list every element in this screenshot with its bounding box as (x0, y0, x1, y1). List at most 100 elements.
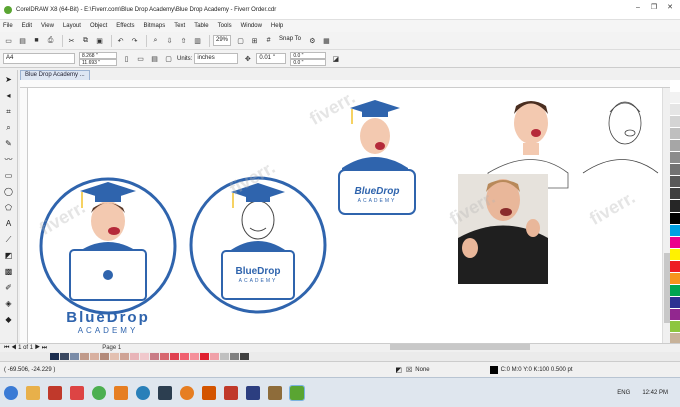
close-button[interactable]: ✕ (662, 2, 678, 14)
swatch[interactable] (670, 320, 680, 333)
swatch[interactable] (670, 236, 680, 249)
swatch[interactable] (670, 152, 680, 165)
duplicate-y-field[interactable]: 0.0 " (290, 58, 327, 66)
menu-text[interactable]: Text (174, 23, 185, 29)
import-icon[interactable]: ⇩ (164, 35, 175, 46)
swatch[interactable] (670, 92, 680, 105)
photoshop-icon[interactable] (246, 385, 260, 400)
snap-to-select[interactable]: Snap To (277, 35, 303, 46)
fill-tool-icon[interactable]: ◈ (3, 298, 15, 310)
doc-swatch[interactable] (150, 353, 160, 360)
open-folder-icon[interactable]: ▤ (17, 35, 28, 46)
swatch[interactable] (670, 80, 680, 93)
current-page-icon[interactable]: ▢ (163, 53, 174, 64)
app-icon[interactable] (70, 385, 84, 400)
launch-icon[interactable]: ▦ (321, 35, 332, 46)
page-tab[interactable]: Page 1 (102, 345, 121, 351)
landscape-icon[interactable]: ▭ (135, 53, 146, 64)
text-tool-icon[interactable]: A (3, 218, 15, 230)
swatch[interactable] (670, 200, 680, 213)
logo-sketch-circle[interactable]: BlueDrop ACADEMY (189, 176, 327, 314)
shape-tool-icon[interactable]: ◂ (3, 90, 15, 102)
line-drawing-face[interactable] (582, 101, 659, 174)
drawing-canvas[interactable]: BlueDrop ACADEMY BlueDrop ACADEMY BlueDr… (28, 88, 662, 343)
swatch[interactable] (670, 104, 680, 117)
smart-fill-icon[interactable]: ◆ (3, 314, 15, 326)
swatch[interactable] (670, 212, 680, 225)
doc-swatch[interactable] (220, 353, 230, 360)
menu-effects[interactable]: Effects (116, 23, 134, 29)
pick-tool-icon[interactable]: ➤ (3, 74, 15, 86)
doc-swatch[interactable] (240, 353, 250, 360)
doc-swatch[interactable] (230, 353, 240, 360)
treat-as-filled-icon[interactable]: ◪ (330, 53, 341, 64)
menu-edit[interactable]: Edit (22, 23, 32, 29)
swatch[interactable] (670, 224, 680, 237)
doc-swatch[interactable] (90, 353, 100, 360)
doc-swatch[interactable] (190, 353, 200, 360)
page-width-field[interactable]: 8.268 " (79, 51, 117, 59)
swatch[interactable] (670, 284, 680, 297)
print-icon[interactable]: ⎙ (45, 35, 56, 46)
swatch[interactable] (670, 248, 680, 261)
horizontal-scroll-thumb[interactable] (390, 344, 530, 350)
zoom-tool-icon[interactable]: ⌕ (3, 122, 15, 134)
minimize-button[interactable]: – (630, 2, 646, 14)
swatch[interactable] (670, 188, 680, 201)
app-icon[interactable] (268, 385, 282, 400)
menu-bitmaps[interactable]: Bitmaps (144, 23, 166, 29)
doc-swatch[interactable] (110, 353, 120, 360)
swatch[interactable] (670, 128, 680, 141)
vertical-scrollbar[interactable] (662, 88, 670, 343)
crop-tool-icon[interactable]: ⌗ (3, 106, 15, 118)
menu-help[interactable]: Help (271, 23, 283, 29)
options-gear-icon[interactable]: ⚙ (307, 35, 318, 46)
reference-photo[interactable] (458, 174, 548, 284)
swatch[interactable] (670, 164, 680, 177)
portrait-icon[interactable]: ▯ (121, 53, 132, 64)
polygon-tool-icon[interactable]: ⬠ (3, 202, 15, 214)
menu-file[interactable]: File (3, 23, 13, 29)
app-icon[interactable] (224, 385, 238, 400)
doc-swatch[interactable] (200, 353, 210, 360)
maximize-button[interactable]: ❐ (646, 2, 662, 14)
doc-swatch[interactable] (160, 353, 170, 360)
artistic-media-icon[interactable]: 〰 (3, 154, 15, 166)
menu-window[interactable]: Window (241, 23, 262, 29)
zoom-select[interactable]: 29% (213, 35, 232, 46)
doc-swatch[interactable] (100, 353, 110, 360)
doc-swatch[interactable] (140, 353, 150, 360)
new-document-icon[interactable]: ▭ (3, 35, 14, 46)
menu-view[interactable]: View (41, 23, 54, 29)
duplicate-x-field[interactable]: 0.0 " (290, 51, 327, 59)
swatch[interactable] (670, 140, 680, 153)
nudge-field[interactable]: 0.01 " (256, 53, 287, 64)
app-icon[interactable] (48, 385, 62, 400)
units-select[interactable]: inches (194, 53, 239, 64)
chrome-icon[interactable] (92, 385, 106, 400)
document-tab[interactable]: Blue Drop Academy ... (20, 70, 90, 80)
undo-icon[interactable]: ↶ (115, 35, 126, 46)
copy-icon[interactable]: ⧉ (80, 35, 91, 46)
menu-object[interactable]: Object (90, 23, 107, 29)
app-icon[interactable] (180, 385, 194, 400)
menu-layout[interactable]: Layout (63, 23, 81, 29)
freehand-tool-icon[interactable]: ✎ (3, 138, 15, 150)
publish-pdf-icon[interactable]: ▥ (192, 35, 203, 46)
app-icon[interactable] (114, 385, 128, 400)
doc-swatch[interactable] (70, 353, 80, 360)
ellipse-tool-icon[interactable]: ◯ (3, 186, 15, 198)
logo-small-top[interactable]: BlueDrop ACADEMY (338, 100, 416, 215)
coreldraw-taskbar-icon[interactable] (289, 384, 305, 401)
logo-color-circle[interactable]: BlueDrop ACADEMY (39, 177, 177, 335)
export-icon[interactable]: ⇧ (178, 35, 189, 46)
search-content-icon[interactable]: ⌕ (150, 35, 161, 46)
swatch[interactable] (670, 260, 680, 273)
clock[interactable]: 12:42 PM (642, 390, 668, 396)
all-pages-icon[interactable]: ▤ (149, 53, 160, 64)
save-icon[interactable]: ■ (31, 35, 42, 46)
page-size-select[interactable]: A4 (3, 53, 75, 64)
app-icon[interactable] (136, 385, 150, 400)
swatch[interactable] (670, 116, 680, 129)
rectangle-tool-icon[interactable]: ▭ (3, 170, 15, 182)
